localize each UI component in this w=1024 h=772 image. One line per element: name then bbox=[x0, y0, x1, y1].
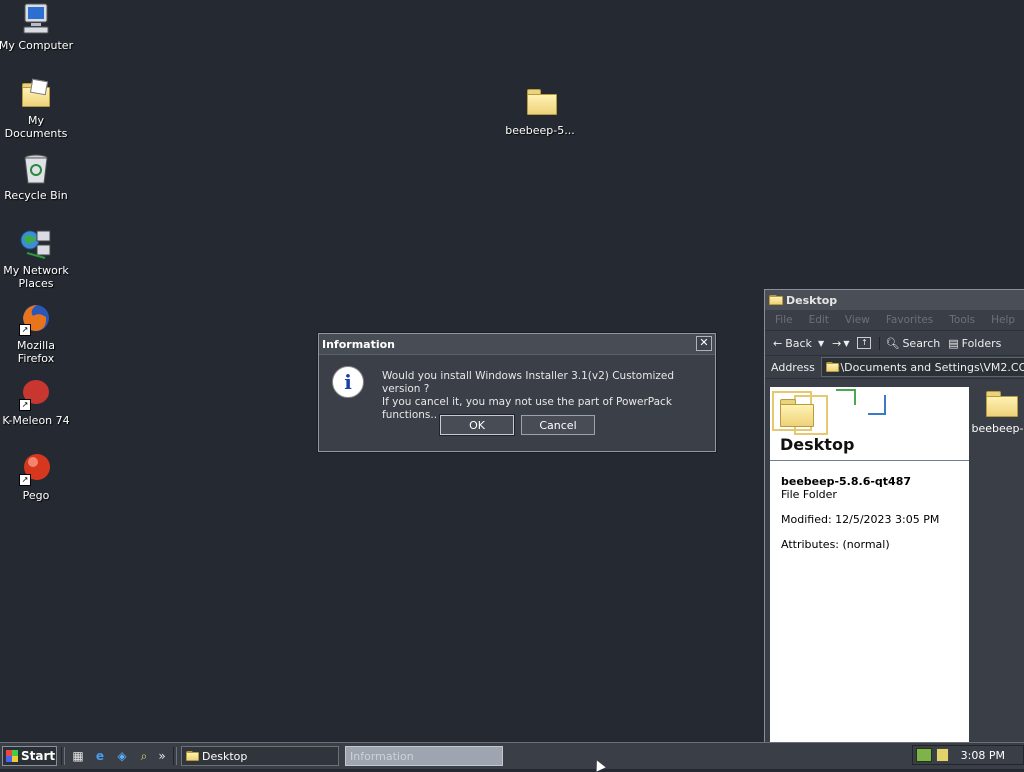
quicklaunch-media-icon[interactable]: ◈ bbox=[113, 747, 131, 765]
desktop-icon-my-documents[interactable]: My Documents bbox=[0, 77, 74, 140]
forward-button[interactable]: → ▼ bbox=[832, 337, 849, 350]
desktop-icon-mozilla-firefox[interactable]: ↗ Mozilla Firefox bbox=[0, 302, 74, 365]
quicklaunch-internet-explorer-icon[interactable]: e bbox=[91, 747, 109, 765]
back-label: Back bbox=[785, 336, 812, 350]
explorer-titlebar[interactable]: Desktop bbox=[765, 290, 1024, 310]
menu-edit[interactable]: Edit bbox=[809, 314, 829, 326]
system-tray: 3:08 PM bbox=[912, 745, 1024, 765]
search-icon: 🔍︎ bbox=[885, 336, 900, 350]
windows-logo-icon bbox=[6, 750, 18, 762]
quicklaunch-show-desktop-icon[interactable]: ▦ bbox=[69, 747, 87, 765]
pego-icon: ↗ bbox=[19, 452, 53, 486]
details-pane: Desktop beebeep-5.8.6-qt487 File Folder … bbox=[770, 387, 969, 742]
desktop-icon-beebeep-folder[interactable]: beebeep-5... bbox=[502, 87, 578, 137]
desktop-icon-label: My Documents bbox=[4, 114, 68, 140]
taskbar: Start ▦ e ◈ ⌕ » Desktop Information 3:08… bbox=[0, 742, 1024, 769]
info-icon: i bbox=[332, 366, 364, 398]
desktop-icon-label: beebeep-5... bbox=[505, 124, 575, 137]
selected-item-type: File Folder bbox=[781, 488, 837, 501]
quicklaunch-search-icon[interactable]: ⌕ bbox=[135, 747, 153, 765]
dialog-message-line-1: Would you install Windows Installer 3.1(… bbox=[382, 370, 674, 395]
address-value: E:\Documents and Settings\VM2.COLLA bbox=[829, 360, 1024, 374]
recycle-bin-icon bbox=[19, 152, 53, 186]
search-button[interactable]: 🔍︎ Search bbox=[879, 336, 941, 350]
task-label: Information bbox=[350, 749, 414, 763]
clock[interactable]: 3:08 PM bbox=[961, 749, 1005, 762]
menu-favorites[interactable]: Favorites bbox=[886, 314, 933, 326]
explorer-window: Desktop File Edit View Favorites Tools H… bbox=[764, 289, 1024, 742]
address-label: Address bbox=[771, 360, 815, 374]
folders-label: Folders bbox=[961, 336, 1002, 350]
menu-tools[interactable]: Tools bbox=[949, 314, 975, 326]
desktop-icon-k-meleon[interactable]: ↗ K-Meleon 74 bbox=[0, 377, 74, 427]
pane-divider bbox=[770, 460, 969, 461]
desktop-icon-label: Pego bbox=[22, 489, 50, 502]
folder-icon bbox=[769, 294, 783, 306]
dialog-titlebar[interactable]: Information bbox=[319, 334, 715, 355]
selected-item-attributes: Attributes: (normal) bbox=[781, 538, 890, 551]
address-bar: Address E:\Documents and Settings\VM2.CO… bbox=[765, 356, 1024, 379]
computer-icon bbox=[19, 2, 53, 36]
back-arrow-icon: ← bbox=[773, 336, 783, 350]
firefox-icon: ↗ bbox=[19, 302, 53, 336]
pane-banner-graphic bbox=[770, 387, 890, 435]
folder-icon bbox=[186, 750, 199, 762]
menu-view[interactable]: View bbox=[845, 314, 870, 326]
shortcut-arrow-icon: ↗ bbox=[19, 474, 31, 486]
search-label: Search bbox=[902, 336, 941, 350]
information-dialog: Information ✕ i Would you install Window… bbox=[318, 333, 716, 452]
chevron-down-icon: ▼ bbox=[817, 338, 825, 348]
taskbar-separator bbox=[61, 747, 65, 765]
start-button[interactable]: Start bbox=[2, 746, 57, 766]
tray-network-icon[interactable] bbox=[916, 748, 932, 762]
desktop-icon-my-network-places[interactable]: My Network Places bbox=[0, 227, 74, 290]
documents-folder-icon bbox=[19, 77, 53, 111]
desktop-icon-label: Mozilla Firefox bbox=[17, 339, 55, 365]
desktop-icon-recycle-bin[interactable]: Recycle Bin bbox=[0, 152, 74, 202]
tray-volume-icon[interactable] bbox=[936, 748, 949, 762]
dialog-title: Information bbox=[322, 337, 395, 351]
up-folder-icon: ↑ bbox=[857, 337, 872, 349]
shortcut-arrow-icon: ↗ bbox=[19, 324, 31, 336]
shortcut-arrow-icon: ↗ bbox=[19, 399, 31, 411]
desktop-icon-pego[interactable]: ↗ Pego bbox=[0, 452, 74, 502]
list-item-label: beebeep-5 bbox=[971, 422, 1024, 435]
folders-icon: ▤ bbox=[948, 336, 959, 350]
desktop-icon-label: K-Meleon 74 bbox=[2, 414, 70, 427]
taskbar-button-information[interactable]: Information bbox=[345, 746, 503, 766]
explorer-title: Desktop bbox=[786, 293, 838, 307]
quicklaunch-chevron-button[interactable]: » bbox=[157, 747, 167, 765]
desktop-icon-label: My Network Places bbox=[3, 264, 69, 290]
file-list: beebeep-5 bbox=[971, 387, 1024, 742]
folders-button[interactable]: ▤ Folders bbox=[948, 337, 1001, 350]
list-item[interactable]: beebeep-5 bbox=[971, 391, 1024, 435]
network-icon bbox=[19, 227, 53, 261]
desktop-icon-label: Recycle Bin bbox=[4, 189, 68, 202]
ok-button[interactable]: OK bbox=[439, 414, 515, 436]
taskbar-separator bbox=[173, 747, 177, 765]
folder-icon bbox=[984, 391, 1018, 419]
task-label: Desktop bbox=[202, 749, 248, 763]
up-folder-button[interactable]: ↑ bbox=[857, 337, 872, 349]
selected-item-name: beebeep-5.8.6-qt487 bbox=[781, 475, 912, 488]
back-button[interactable]: ← Back ▼ bbox=[773, 337, 824, 350]
cancel-button[interactable]: Cancel bbox=[521, 415, 595, 435]
menu-help[interactable]: Help bbox=[991, 314, 1015, 326]
start-label: Start bbox=[21, 749, 56, 763]
selected-item-modified: Modified: 12/5/2023 3:05 PM bbox=[781, 513, 940, 526]
explorer-menu-bar: File Edit View Favorites Tools Help bbox=[765, 310, 1024, 331]
pane-heading: Desktop bbox=[780, 435, 855, 454]
taskbar-button-desktop[interactable]: Desktop bbox=[181, 746, 339, 766]
dialog-close-button[interactable]: ✕ bbox=[696, 336, 712, 351]
menu-file[interactable]: File bbox=[775, 314, 793, 326]
address-input[interactable]: E:\Documents and Settings\VM2.COLLA bbox=[820, 357, 1024, 377]
desktop-icon-label: My Computer bbox=[0, 39, 74, 52]
desktop-icon-my-computer[interactable]: My Computer bbox=[0, 2, 74, 52]
folder-icon bbox=[523, 87, 557, 121]
explorer-toolbar: ← Back ▼ → ▼ ↑ 🔍︎ Search ▤ Folders bbox=[765, 331, 1024, 356]
kmeleon-icon: ↗ bbox=[19, 377, 53, 411]
chevron-down-icon: ▼ bbox=[843, 338, 850, 348]
forward-arrow-icon: → bbox=[832, 336, 842, 350]
